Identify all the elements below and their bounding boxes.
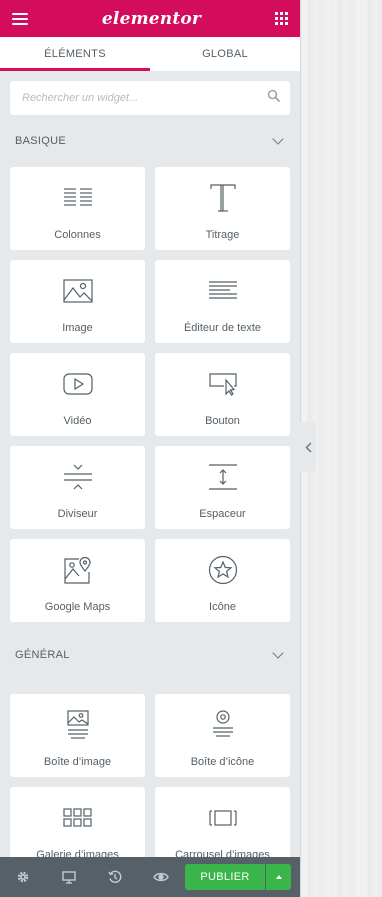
- image-icon: [62, 274, 93, 308]
- publish-options-button[interactable]: [266, 864, 291, 890]
- settings-gear-icon[interactable]: [0, 857, 46, 897]
- columns-icon: [63, 181, 93, 215]
- tab-elements[interactable]: ÉLÉMENTS: [0, 37, 150, 71]
- widget-heading[interactable]: Titrage: [155, 167, 290, 250]
- google-maps-icon: [63, 553, 93, 587]
- button-icon: [208, 367, 238, 401]
- star-icon: [208, 553, 238, 587]
- heading-icon: [209, 181, 237, 215]
- panel-footer: PUBLIER: [0, 857, 300, 897]
- widget-label: Google Maps: [44, 601, 111, 613]
- editor-panel: elementor ÉLÉMENTS GLOBAL BASIQUE: [0, 0, 300, 897]
- chevron-down-icon: [272, 647, 284, 659]
- widget-icon-box[interactable]: Boîte d’icône: [155, 694, 290, 777]
- search-box: [10, 81, 290, 115]
- widget-label: Titrage: [205, 229, 240, 241]
- widget-label: Boîte d’icône: [190, 756, 255, 768]
- widget-label: Vidéo: [63, 415, 92, 427]
- panel-tabs: ÉLÉMENTS GLOBAL: [0, 37, 300, 71]
- responsive-desktop-icon[interactable]: [46, 857, 92, 897]
- section-title: BASIQUE: [15, 135, 67, 147]
- tab-global[interactable]: GLOBAL: [150, 37, 300, 71]
- widget-video[interactable]: Vidéo: [10, 353, 145, 436]
- image-gallery-icon: [62, 801, 93, 835]
- menu-icon[interactable]: [12, 12, 28, 25]
- widget-image-box[interactable]: Boîte d’image: [10, 694, 145, 777]
- search-input[interactable]: [22, 92, 267, 104]
- video-icon: [62, 367, 93, 401]
- spacer-icon: [208, 460, 238, 494]
- widget-grid-general: Boîte d’image Boîte d’icône Galerie d’im…: [0, 694, 300, 870]
- widget-label: Icône: [209, 601, 236, 613]
- widget-button[interactable]: Bouton: [155, 353, 290, 436]
- collapse-panel-toggle[interactable]: [300, 422, 316, 472]
- widget-google-maps[interactable]: Google Maps: [10, 539, 145, 622]
- section-header-basic[interactable]: BASIQUE: [0, 115, 300, 167]
- widget-divider[interactable]: Diviseur: [10, 446, 145, 529]
- widget-text-editor[interactable]: Éditeur de texte: [155, 260, 290, 343]
- search-icon[interactable]: [267, 89, 280, 107]
- widget-spacer[interactable]: Espaceur: [155, 446, 290, 529]
- widget-label: Éditeur de texte: [183, 322, 262, 334]
- widgets-grid-icon[interactable]: [274, 12, 288, 25]
- section-title: GÉNÉRAL: [15, 649, 70, 661]
- widget-grid-basic: Colonnes Titrage Image Éditeur de texte …: [0, 167, 300, 622]
- widget-label: Image: [62, 322, 93, 334]
- caret-up-icon: [275, 875, 282, 879]
- elementor-logo: elementor: [101, 8, 202, 29]
- divider-icon: [63, 460, 93, 494]
- preview-canvas[interactable]: [300, 0, 382, 897]
- chevron-down-icon: [272, 133, 284, 145]
- widget-label: Colonnes: [54, 229, 101, 241]
- widget-icon[interactable]: Icône: [155, 539, 290, 622]
- widget-label: Boîte d’image: [43, 756, 112, 768]
- history-icon[interactable]: [92, 857, 138, 897]
- panel-header: elementor: [0, 0, 300, 37]
- publish-button[interactable]: PUBLIER: [185, 864, 265, 890]
- icon-box-icon: [211, 708, 235, 742]
- widget-label: Diviseur: [57, 508, 98, 520]
- section-header-general[interactable]: GÉNÉRAL: [0, 636, 300, 674]
- image-box-icon: [66, 708, 90, 742]
- widget-image[interactable]: Image: [10, 260, 145, 343]
- widget-columns[interactable]: Colonnes: [10, 167, 145, 250]
- image-carousel-icon: [208, 801, 238, 835]
- publish-group: PUBLIER: [185, 864, 291, 890]
- text-editor-icon: [208, 274, 238, 308]
- widget-label: Bouton: [205, 415, 240, 427]
- chevron-left-icon: [304, 441, 312, 453]
- preview-eye-icon[interactable]: [138, 857, 184, 897]
- widget-label: Espaceur: [199, 508, 246, 520]
